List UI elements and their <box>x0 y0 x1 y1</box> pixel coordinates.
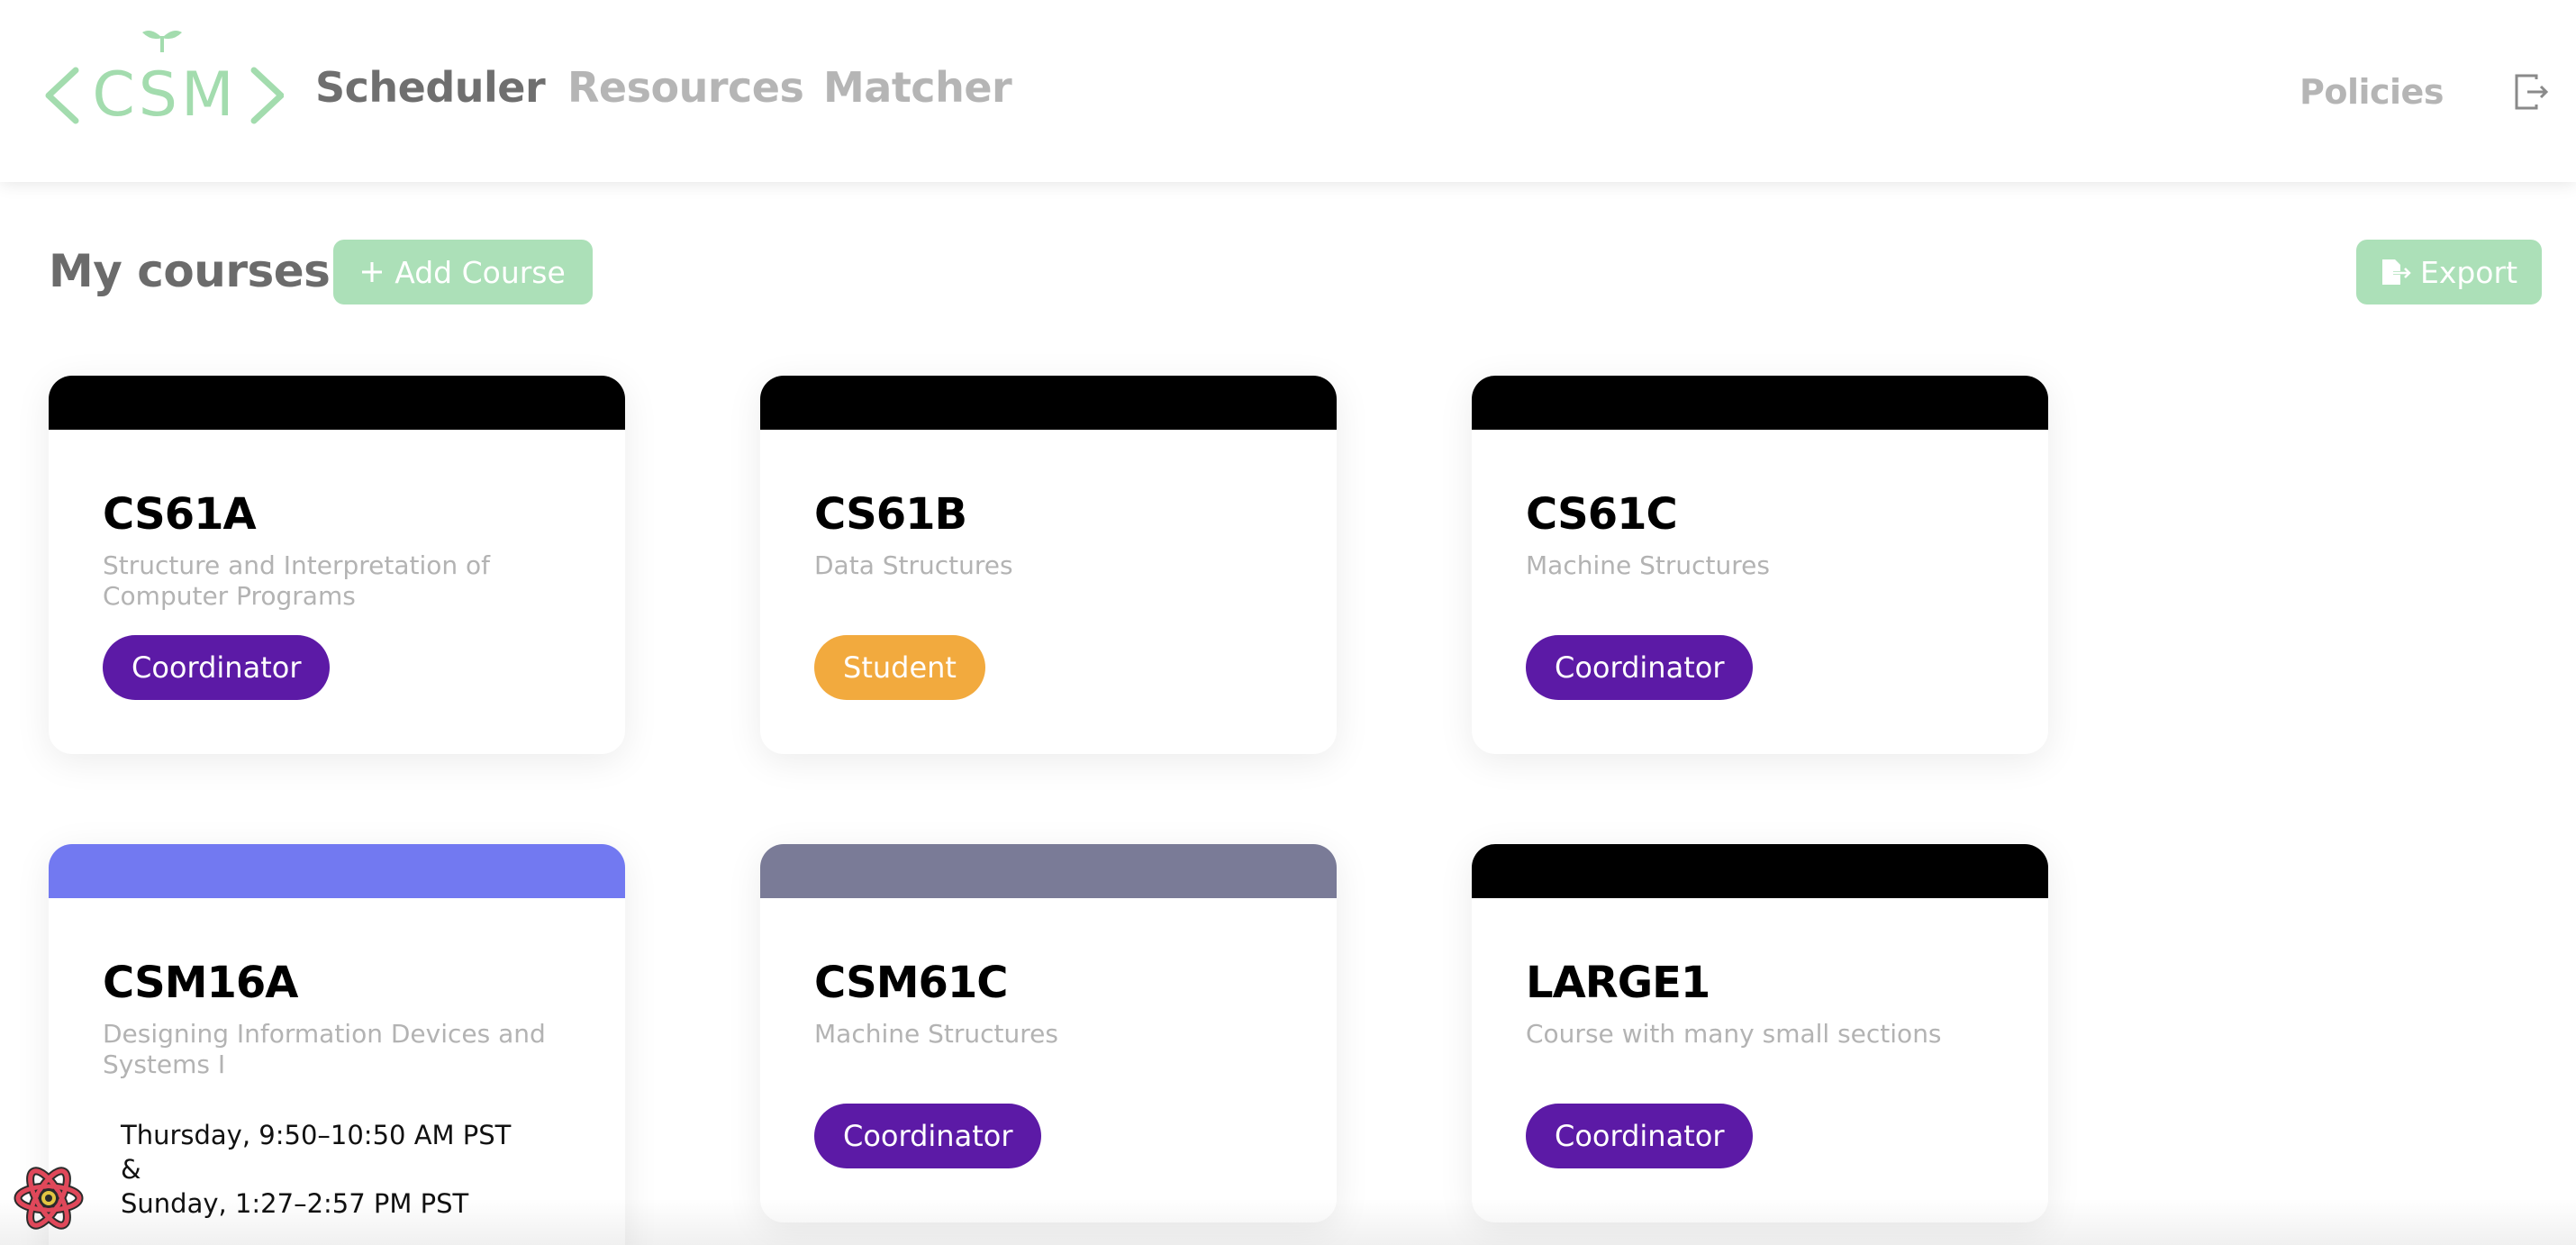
course-card-cs61c[interactable]: CS61C Machine Structures Coordinator <box>1472 376 2048 754</box>
role-badge: Coordinator <box>814 1104 1042 1168</box>
course-card-cs61a[interactable]: CS61A Structure and Interpretation of Co… <box>49 376 625 754</box>
plus-icon <box>360 260 384 284</box>
card-color-bar <box>49 376 625 430</box>
card-color-bar <box>49 844 625 898</box>
course-card-csm61c[interactable]: CSM61C Machine Structures Coordinator <box>760 844 1337 1222</box>
app-root: CSM Scheduler Resources Matcher Policies… <box>0 0 2576 1245</box>
logo-text: CSM <box>92 59 237 126</box>
course-code: CS61B <box>814 489 967 540</box>
add-course-label: Add Course <box>395 254 566 290</box>
card-color-bar <box>760 376 1337 430</box>
card-color-bar <box>1472 376 2048 430</box>
course-code: CS61C <box>1526 489 1678 540</box>
course-code: LARGE1 <box>1526 958 1710 1008</box>
page-title: My courses <box>49 245 331 297</box>
add-course-button[interactable]: Add Course <box>333 240 593 304</box>
role-badge: Coordinator <box>103 635 331 700</box>
course-card-large1[interactable]: LARGE1 Course with many small sections C… <box>1472 844 2048 1222</box>
course-code: CS61A <box>103 489 257 540</box>
course-card-csm16a[interactable]: CSM16A Designing Information Devices and… <box>49 844 625 1245</box>
section-time-separator: & <box>121 1154 141 1185</box>
card-color-bar <box>1472 844 2048 898</box>
nav-resources[interactable]: Resources <box>567 63 804 112</box>
course-title: Machine Structures <box>814 1019 1058 1049</box>
nav-policies[interactable]: Policies <box>2299 72 2444 112</box>
course-title: Machine Structures <box>1526 550 1770 580</box>
react-devtools-icon[interactable] <box>13 1162 85 1234</box>
nav-scheduler[interactable]: Scheduler <box>315 63 546 112</box>
course-code: CSM16A <box>103 958 298 1008</box>
top-navbar: CSM Scheduler Resources Matcher Policies <box>0 0 2576 182</box>
section-time: Thursday, 9:50–10:50 AM PST <box>121 1120 512 1150</box>
course-title: Structure and Interpretation of Computer… <box>103 550 491 611</box>
course-title: Course with many small sections <box>1526 1019 1942 1049</box>
nav-matcher[interactable]: Matcher <box>823 63 1012 112</box>
section-time: Sunday, 1:27–2:57 PM PST <box>121 1188 469 1219</box>
export-button[interactable]: Export <box>2356 240 2542 304</box>
role-badge: Coordinator <box>1526 1104 1754 1168</box>
card-color-bar <box>760 844 1337 898</box>
role-badge: Student <box>814 635 985 700</box>
file-export-icon <box>2381 258 2411 286</box>
role-badge: Coordinator <box>1526 635 1754 700</box>
logout-icon[interactable] <box>2513 72 2549 112</box>
export-label: Export <box>2419 254 2518 290</box>
course-title: Designing Information Devices and System… <box>103 1019 546 1079</box>
course-card-cs61b[interactable]: CS61B Data Structures Student <box>760 376 1337 754</box>
csm-logo[interactable]: CSM <box>45 25 284 126</box>
course-title: Data Structures <box>814 550 1013 580</box>
course-code: CSM61C <box>814 958 1008 1008</box>
section-times: Thursday, 9:50–10:50 AM PST & Sunday, 1:… <box>121 1118 511 1221</box>
